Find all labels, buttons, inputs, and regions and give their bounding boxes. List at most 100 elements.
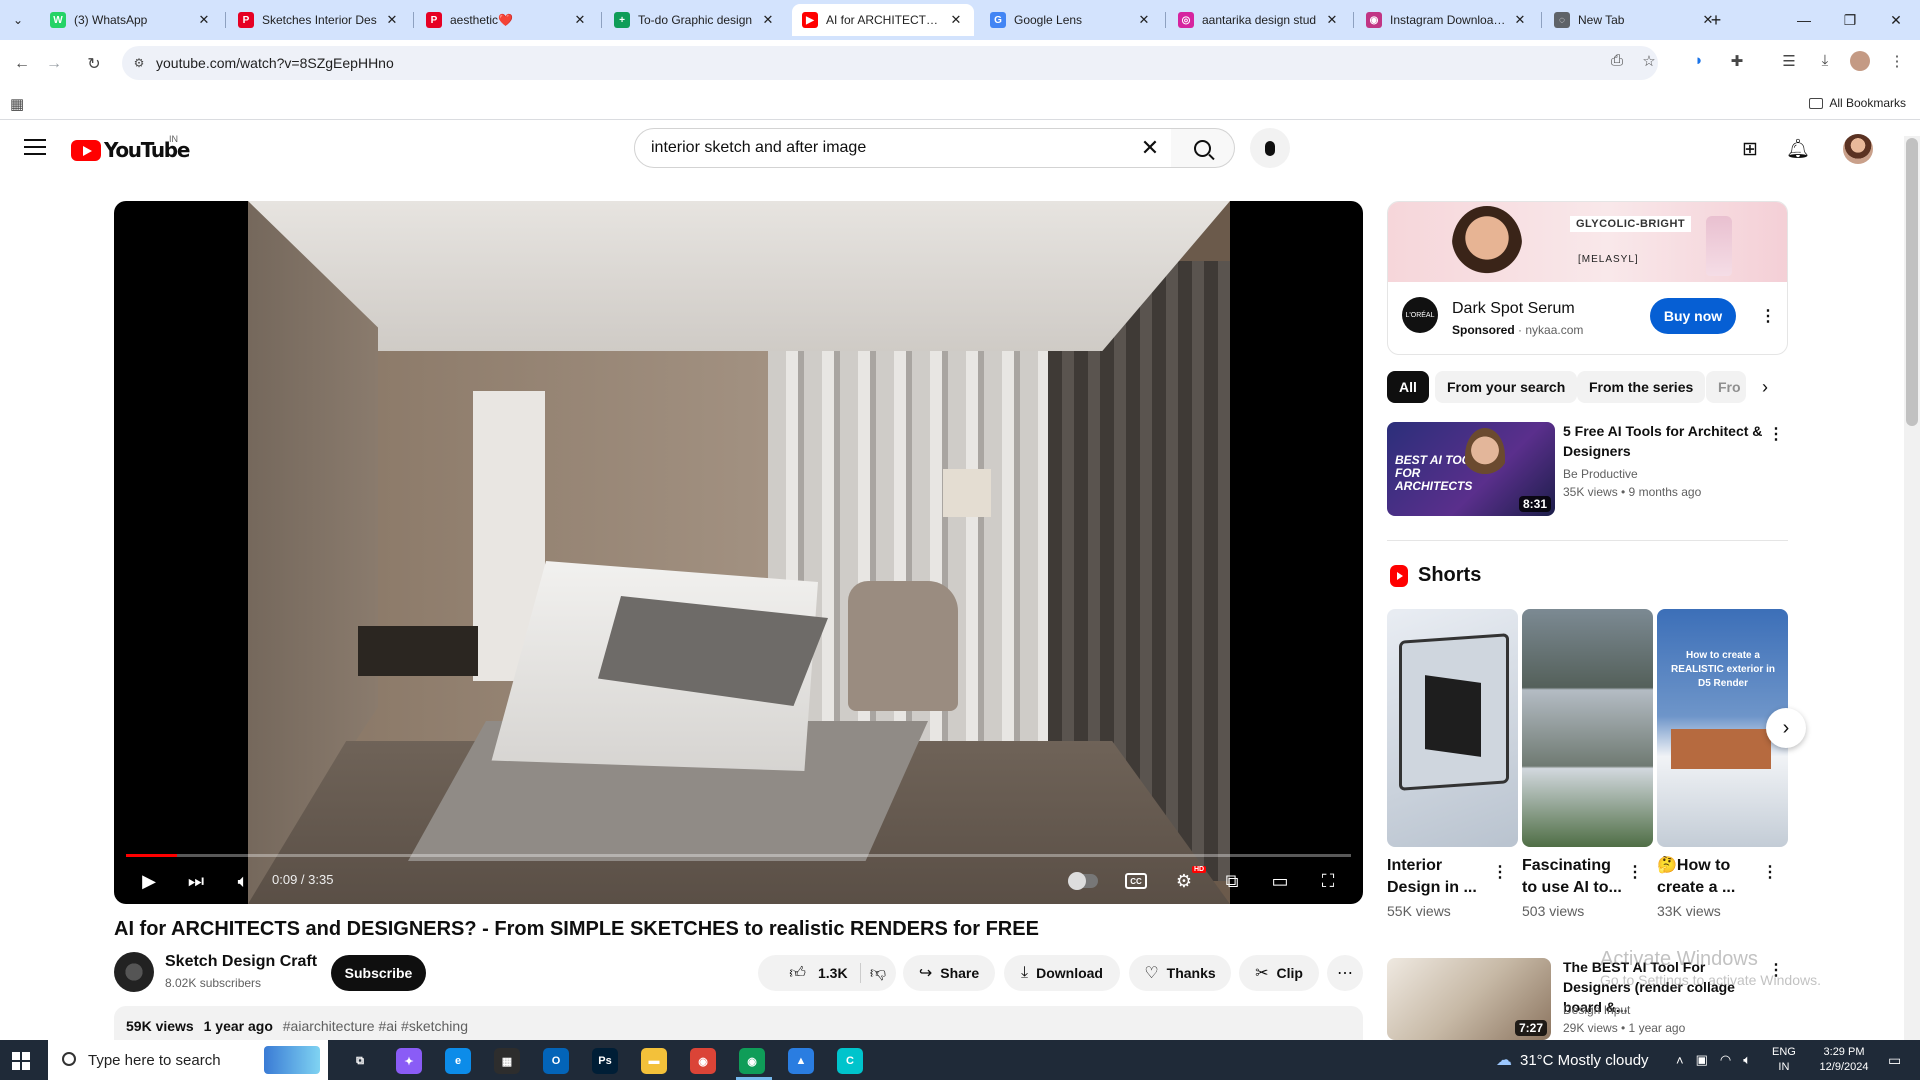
clear-search-icon[interactable]: ✕: [1138, 135, 1162, 160]
weather-widget[interactable]: ☁ 31°C Mostly cloudy: [1496, 1040, 1649, 1080]
voice-search-button[interactable]: [1250, 128, 1290, 168]
search-input[interactable]: interior sketch and after image: [634, 128, 1172, 168]
all-bookmarks-button[interactable]: All Bookmarks: [1809, 96, 1906, 110]
dislike-button[interactable]: 👎︎: [860, 955, 896, 991]
reload-icon[interactable]: ↻: [80, 50, 108, 78]
browser-tab[interactable]: W (3) WhatsApp ✕: [40, 4, 222, 36]
short-thumbnail[interactable]: [1522, 609, 1653, 847]
speaker-icon[interactable]: 🔈︎: [1743, 1052, 1751, 1068]
captions-icon[interactable]: CC: [1121, 866, 1151, 896]
tab-close-icon[interactable]: ✕: [196, 12, 212, 28]
photos-icon[interactable]: ▲: [788, 1048, 814, 1074]
hashtags[interactable]: #aiarchitecture #ai #sketching: [283, 1018, 468, 1034]
canva-icon[interactable]: C: [837, 1048, 863, 1074]
back-icon[interactable]: ←: [8, 50, 36, 78]
rec-channel[interactable]: Design Input: [1563, 1001, 1630, 1019]
file-explorer-icon[interactable]: ▬: [641, 1048, 667, 1074]
address-bar[interactable]: ⚙ youtube.com/watch?v=8SZgEepHHno: [122, 46, 1658, 80]
thanks-button[interactable]: ♡ Thanks: [1129, 955, 1231, 991]
browser-tab[interactable]: + To-do Graphic design ✕: [604, 4, 786, 36]
outlook-icon[interactable]: O: [543, 1048, 569, 1074]
short-title[interactable]: Interior Design in ...: [1387, 855, 1487, 899]
new-tab-button[interactable]: +: [1704, 8, 1728, 32]
tray-meet-icon[interactable]: ▣: [1696, 1052, 1708, 1068]
store-icon[interactable]: ▦: [494, 1048, 520, 1074]
like-button[interactable]: 👍︎: [758, 955, 810, 991]
autoplay-toggle[interactable]: [1068, 866, 1098, 896]
buy-now-button[interactable]: Buy now: [1650, 298, 1736, 334]
short-more-icon[interactable]: ⋮: [1625, 860, 1645, 884]
bookmark-star-icon[interactable]: ☆: [1638, 52, 1660, 70]
profile-avatar[interactable]: [1850, 51, 1870, 71]
taskbar-clock[interactable]: 3:29 PM 12/9/2024: [1812, 1040, 1876, 1080]
rec-more-icon[interactable]: ⋮: [1766, 422, 1786, 446]
tray-chevron-icon[interactable]: ˄: [1676, 1053, 1684, 1068]
like-count[interactable]: 1.3K: [810, 955, 860, 991]
ad-more-icon[interactable]: ⋮: [1758, 304, 1778, 328]
chip-partial[interactable]: Fro: [1706, 371, 1746, 403]
subscribe-button[interactable]: Subscribe: [331, 955, 426, 991]
browser-tab[interactable]: Paesthetic❤️ ✕: [416, 4, 598, 36]
language-indicator[interactable]: ENG IN: [1772, 1040, 1796, 1080]
search-highlight-icon[interactable]: [264, 1046, 320, 1074]
scrollbar-thumb[interactable]: [1906, 138, 1918, 426]
browser-tab[interactable]: ▶ AI for ARCHITECTS an ✕: [792, 4, 974, 36]
share-button[interactable]: ↪ Share: [903, 955, 995, 991]
notifications-bell-icon[interactable]: 🔔︎: [1785, 136, 1811, 162]
video-progress-bar[interactable]: [126, 854, 1351, 857]
chip-from-your-search[interactable]: From your search: [1435, 371, 1578, 403]
task-view-icon[interactable]: ⧉: [347, 1048, 373, 1074]
browser-tab[interactable]: ◉ Instagram Downloade ✕: [1356, 4, 1538, 36]
chip-all[interactable]: All: [1387, 371, 1429, 403]
browser-tab[interactable]: P Sketches Interior Des ✕: [228, 4, 410, 36]
miniplayer-icon[interactable]: ⧉: [1217, 866, 1247, 896]
play-icon[interactable]: ▶: [134, 866, 164, 896]
tab-close-icon[interactable]: ✕: [760, 12, 776, 28]
site-info-icon[interactable]: ⚙: [122, 56, 156, 70]
volume-icon[interactable]: 🔈︎: [228, 866, 258, 896]
ad-card[interactable]: GLYCOLIC-BRIGHT [MELASYL] L'ORÉAL Dark S…: [1387, 201, 1788, 355]
install-app-icon[interactable]: ⎙: [1606, 52, 1628, 69]
rec-thumbnail[interactable]: BEST AI TOOLS FOR ARCHITECTS 8:31: [1387, 422, 1555, 516]
copilot-icon[interactable]: ✦: [396, 1048, 422, 1074]
downloads-icon[interactable]: ⤓: [1814, 52, 1836, 69]
media-controls-icon[interactable]: ☰: [1778, 52, 1800, 70]
windows-start-icon[interactable]: [12, 1052, 30, 1070]
tab-close-icon[interactable]: ✕: [948, 12, 964, 28]
restore-button[interactable]: ❐: [1827, 0, 1873, 40]
clip-button[interactable]: ✂ Clip: [1239, 955, 1319, 991]
tab-search-chevron-icon[interactable]: ⌄: [6, 8, 30, 32]
ad-banner-image[interactable]: GLYCOLIC-BRIGHT [MELASYL]: [1388, 202, 1787, 282]
channel-avatar[interactable]: [114, 952, 154, 992]
tab-close-icon[interactable]: ✕: [1324, 12, 1340, 28]
extensions-icon[interactable]: ✚: [1726, 52, 1748, 70]
chrome-profile-icon[interactable]: ◉: [739, 1048, 765, 1074]
chip-from-the-series[interactable]: From the series: [1577, 371, 1706, 403]
hamburger-menu-icon[interactable]: [24, 136, 46, 158]
ad-title[interactable]: Dark Spot Serum: [1452, 300, 1575, 318]
gemini-icon[interactable]: ◗: [1688, 52, 1710, 69]
photoshop-icon[interactable]: Ps: [592, 1048, 618, 1074]
rec-title[interactable]: 5 Free AI Tools for Architect & Designer…: [1563, 421, 1763, 461]
short-thumbnail[interactable]: [1387, 609, 1518, 847]
short-more-icon[interactable]: ⋮: [1490, 860, 1510, 884]
account-avatar[interactable]: [1843, 134, 1873, 164]
minimize-button[interactable]: —: [1781, 0, 1827, 40]
download-button[interactable]: ⤓ Download: [1004, 955, 1120, 991]
tab-close-icon[interactable]: ✕: [1136, 12, 1152, 28]
browser-menu-icon[interactable]: ⋮: [1886, 52, 1908, 70]
theater-mode-icon[interactable]: ▭: [1265, 866, 1295, 896]
edge-icon[interactable]: e: [445, 1048, 471, 1074]
create-video-icon[interactable]: ⊞: [1737, 136, 1763, 162]
forward-icon[interactable]: →: [40, 50, 68, 78]
browser-tab[interactable]: ◎ aantarika design stud ✕: [1168, 4, 1350, 36]
short-more-icon[interactable]: ⋮: [1760, 860, 1780, 884]
channel-name[interactable]: Sketch Design Craft: [165, 953, 317, 971]
search-button[interactable]: [1171, 128, 1235, 168]
close-window-button[interactable]: ✕: [1873, 0, 1919, 40]
short-title[interactable]: Fascinating to use AI to...: [1522, 855, 1622, 899]
tab-close-icon[interactable]: ✕: [1512, 12, 1528, 28]
more-actions-button[interactable]: ⋯: [1327, 955, 1363, 991]
apps-grid-icon[interactable]: ▦: [10, 95, 24, 113]
rec-channel[interactable]: Be Productive: [1563, 465, 1638, 483]
